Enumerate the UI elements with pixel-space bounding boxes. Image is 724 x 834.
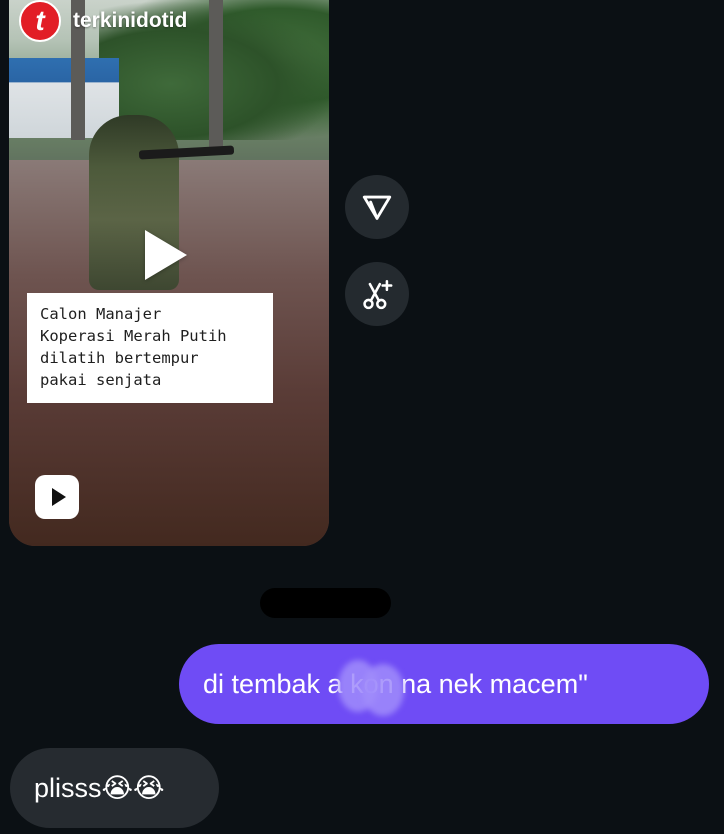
reel-pillar (209, 0, 223, 155)
incoming-message-bubble[interactable]: plisss😭😭 (10, 748, 219, 828)
scissors-sparkle-icon (363, 279, 393, 310)
reel-caption-box: Calon Manajer Koperasi Merah Putih dilat… (27, 293, 273, 403)
caption-line: dilatih bertempur (40, 349, 199, 367)
share-button[interactable] (345, 175, 409, 239)
remix-button[interactable] (345, 262, 409, 326)
reel-account-header[interactable]: t terkinidotid (19, 0, 187, 42)
outgoing-message-bubble[interactable]: di tembak a kon na nek macem" (179, 644, 709, 724)
caption-line: pakai senjata (40, 371, 162, 389)
play-icon[interactable] (145, 230, 187, 280)
send-icon (362, 195, 392, 220)
caption-line: Calon Manajer (40, 305, 162, 323)
logo-letter: t (35, 5, 45, 36)
caption-line: Koperasi Merah Putih (40, 327, 227, 345)
shared-reel-card[interactable]: t terkinidotid Calon Manajer Koperasi Me… (9, 0, 329, 546)
message-text: plisss😭😭 (34, 772, 165, 803)
reels-icon (35, 475, 79, 519)
account-name[interactable]: terkinidotid (73, 9, 187, 33)
redacted-sender-name (260, 588, 391, 618)
account-avatar[interactable]: t (19, 0, 61, 42)
redaction-smudge (362, 664, 404, 716)
